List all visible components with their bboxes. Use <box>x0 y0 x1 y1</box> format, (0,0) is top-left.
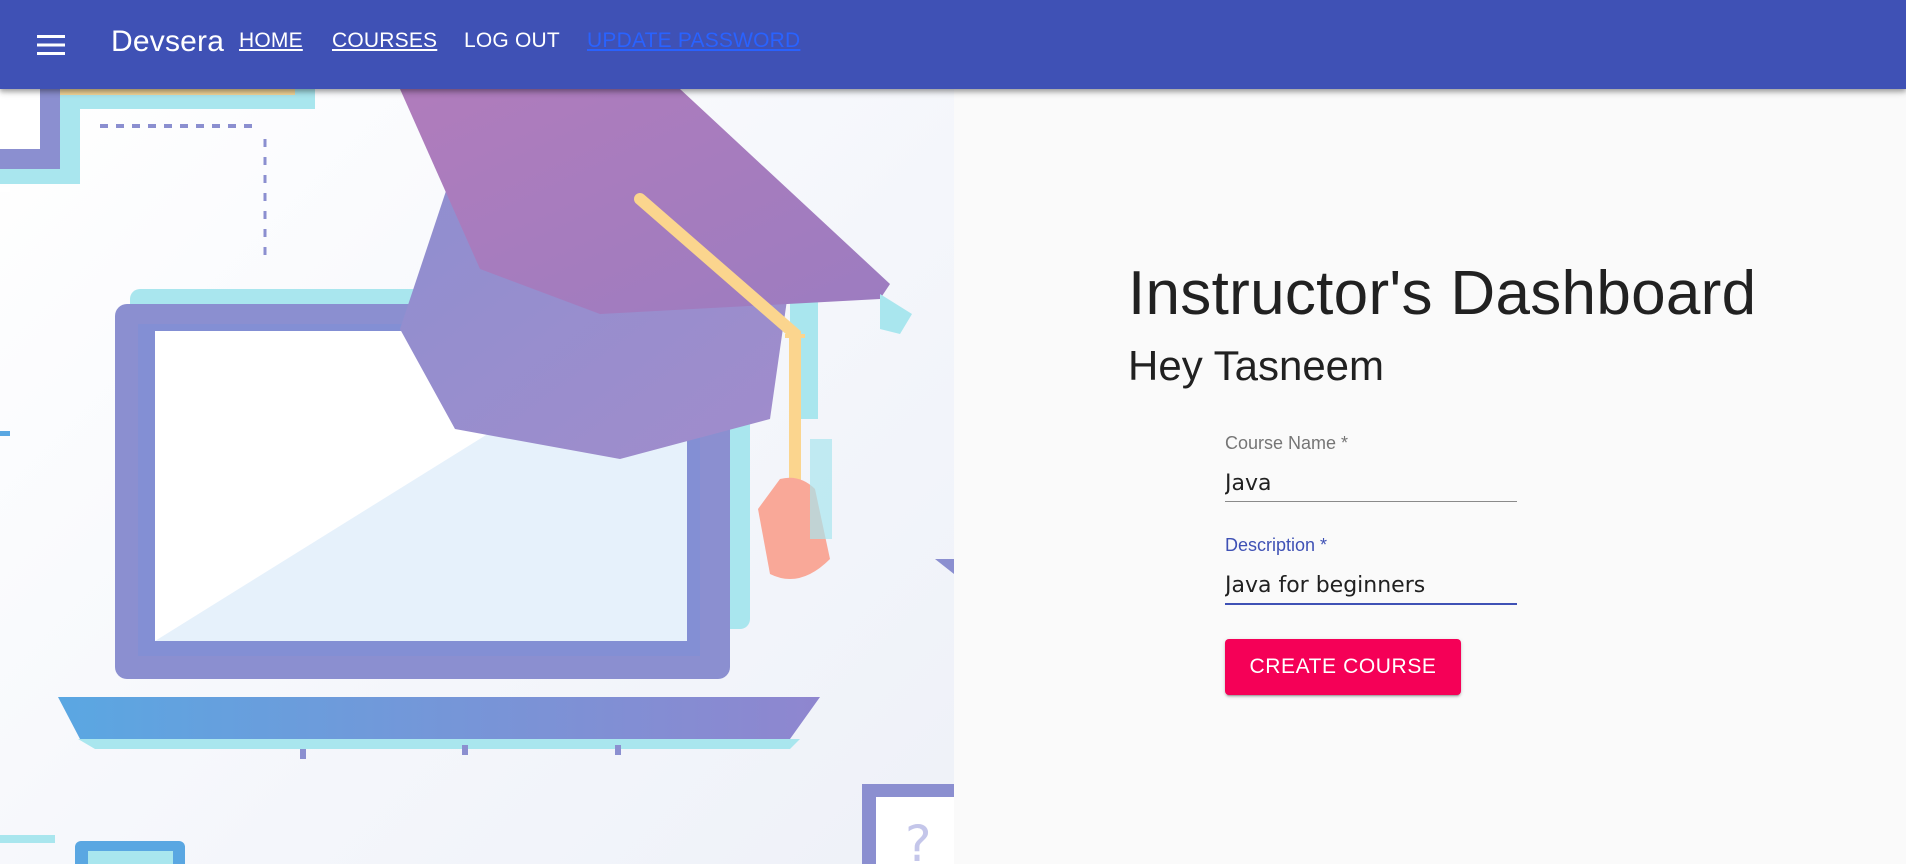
hero-illustration: ? <box>0 89 954 864</box>
nav-update-password-link[interactable]: UPDATE PASSWORD <box>587 28 800 54</box>
course-name-label: Course Name * <box>1225 433 1349 453</box>
hamburger-menu-icon <box>36 34 65 55</box>
create-course-button[interactable]: CREATE COURSE <box>1225 639 1461 695</box>
brand-title: Devsera <box>111 25 225 58</box>
page-title: Instructor's Dashboard <box>1128 259 1757 328</box>
laptop-graduation-cap-illustration: ? <box>0 89 954 864</box>
app-bar: Devsera HOME COURSES LOG OUT UPDATE PASS… <box>0 0 1906 89</box>
description-input[interactable] <box>1225 567 1517 605</box>
nav-home-link[interactable]: HOME <box>239 28 303 54</box>
user-greeting: Hey Tasneem <box>1128 342 1385 389</box>
svg-text:?: ? <box>905 815 932 864</box>
nav-logout-link[interactable]: LOG OUT <box>464 28 560 54</box>
description-field: Description * <box>1225 534 1517 606</box>
menu-button[interactable] <box>26 20 75 69</box>
course-name-field: Course Name * <box>1225 432 1517 504</box>
course-name-input[interactable] <box>1225 465 1517 502</box>
nav-courses-link[interactable]: COURSES <box>332 28 437 54</box>
description-label: Description * <box>1225 535 1328 555</box>
